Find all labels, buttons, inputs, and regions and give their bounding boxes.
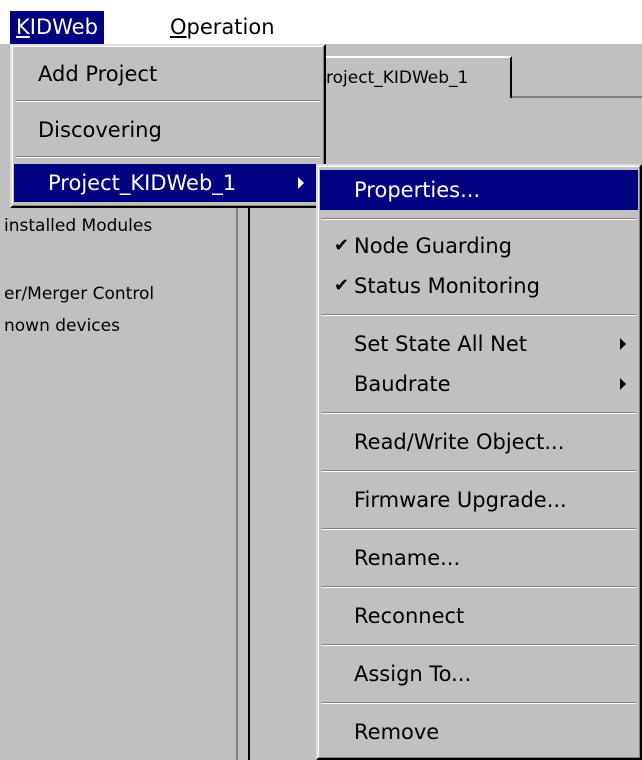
menu-item-read-write-label: Read/Write Object...: [354, 430, 565, 454]
menu-separator: [322, 412, 636, 414]
menu-item-set-state-all-net[interactable]: Set State All Net: [320, 324, 638, 364]
menu-separator: [322, 528, 636, 530]
menu-operation-accel: O: [170, 15, 187, 39]
menu-separator: [322, 586, 636, 588]
tab-project[interactable]: roject_KIDWeb_1: [316, 56, 512, 98]
menu-item-baudrate[interactable]: Baudrate: [320, 364, 638, 404]
menu-item-properties-label: Properties...: [354, 178, 481, 202]
menu-item-status-monitoring[interactable]: ✔ Status Monitoring: [320, 266, 638, 306]
menu-separator: [322, 470, 636, 472]
submenu-arrow-icon: [298, 177, 304, 189]
menu-item-discovering[interactable]: Discovering: [14, 110, 322, 150]
menu-item-properties[interactable]: Properties...: [320, 170, 638, 210]
menu-item-status-monitoring-label: Status Monitoring: [354, 274, 540, 298]
menu-item-remove[interactable]: Remove: [320, 712, 638, 752]
menu-separator: [16, 156, 320, 158]
menu-operation[interactable]: Operation: [164, 11, 281, 44]
menu-item-firmware-upgrade[interactable]: Firmware Upgrade...: [320, 480, 638, 520]
menu-separator: [322, 314, 636, 316]
menu-operation-rest: peration: [186, 15, 275, 39]
submenu-arrow-icon: [620, 338, 626, 350]
menu-kidweb-accel: K: [16, 15, 30, 39]
project-submenu: Properties... ✔ Node Guarding ✔ Status M…: [316, 164, 642, 760]
menu-item-discovering-label: Discovering: [38, 118, 162, 142]
menu-separator: [322, 702, 636, 704]
menu-kidweb[interactable]: KIDWeb: [10, 11, 104, 44]
menu-bar: KIDWeb Operation: [0, 0, 642, 44]
menu-item-add-project[interactable]: Add Project: [14, 54, 322, 94]
menu-item-node-guarding[interactable]: ✔ Node Guarding: [320, 226, 638, 266]
menu-item-node-guarding-label: Node Guarding: [354, 234, 513, 258]
menu-item-reconnect-label: Reconnect: [354, 604, 465, 628]
menu-item-project-label: Project_KIDWeb_1: [48, 171, 237, 195]
menu-item-firmware-upgrade-label: Firmware Upgrade...: [354, 488, 567, 512]
menu-separator: [16, 100, 320, 102]
menu-item-remove-label: Remove: [354, 720, 440, 744]
checkmark-icon: ✔: [334, 275, 350, 296]
menu-item-assign-to[interactable]: Assign To...: [320, 654, 638, 694]
menu-kidweb-rest: IDWeb: [29, 15, 98, 39]
menu-item-project-kidweb-1[interactable]: Project_KIDWeb_1: [14, 164, 322, 202]
menu-separator: [322, 644, 636, 646]
menu-item-add-project-label: Add Project: [38, 62, 158, 86]
tree-item-installed-modules[interactable]: installed Modules: [4, 216, 152, 236]
menu-item-baudrate-label: Baudrate: [354, 372, 451, 396]
menu-item-set-state-label: Set State All Net: [354, 332, 527, 356]
menu-item-reconnect[interactable]: Reconnect: [320, 596, 638, 636]
menu-item-rename-label: Rename...: [354, 546, 461, 570]
menu-item-assign-to-label: Assign To...: [354, 662, 472, 686]
tree-item-unknown-devices[interactable]: nown devices: [4, 316, 120, 336]
menu-separator: [322, 218, 636, 220]
tree-item-merger-control[interactable]: er/Merger Control: [4, 284, 154, 304]
checkmark-icon: ✔: [334, 235, 350, 256]
submenu-arrow-icon: [620, 378, 626, 390]
kidweb-menu: Add Project Discovering Project_KIDWeb_1: [10, 44, 326, 208]
menu-item-rename[interactable]: Rename...: [320, 538, 638, 578]
menu-item-read-write-object[interactable]: Read/Write Object...: [320, 422, 638, 462]
